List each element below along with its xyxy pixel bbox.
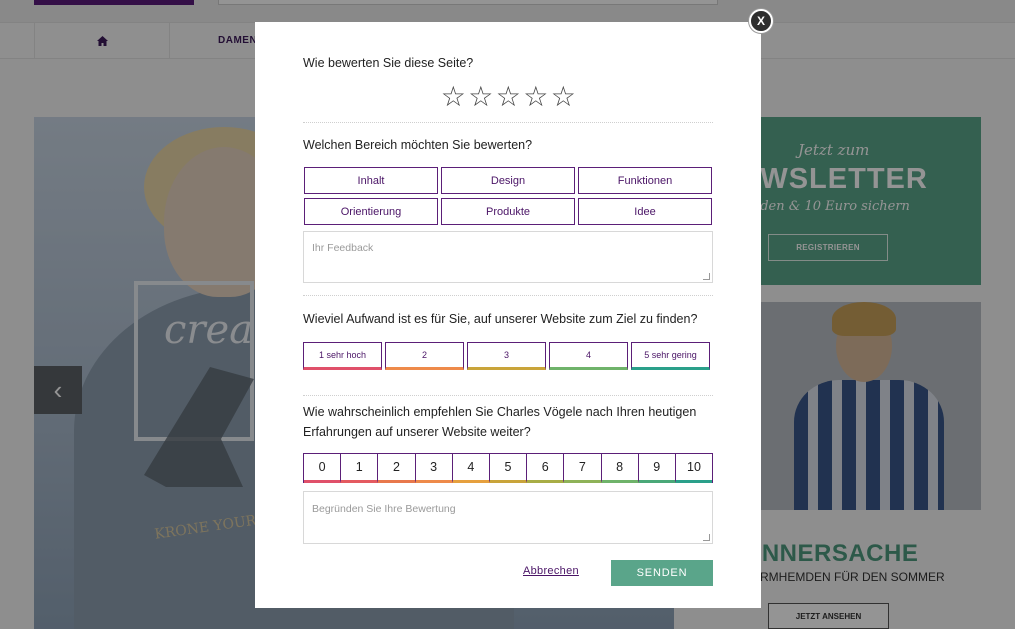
nps-option-1[interactable]: 1 [341,454,379,483]
area-option-design[interactable]: Design [441,167,575,194]
rating-question: Wie bewerten Sie diese Seite? [303,56,474,70]
star-rating: ☆ ☆ ☆ ☆ ☆ [440,80,577,114]
feedback-textarea[interactable]: Ihr Feedback [303,231,713,283]
star-icon[interactable]: ☆ [440,80,467,114]
effort-option-5[interactable]: 5 sehr gering [631,342,710,370]
star-icon[interactable]: ☆ [468,80,495,114]
nps-option-5[interactable]: 5 [489,454,528,483]
close-label: X [756,14,765,28]
area-question: Welchen Bereich möchten Sie bewerten? [303,138,533,152]
area-option-produkte[interactable]: Produkte [441,198,575,225]
area-option-funktionen[interactable]: Funktionen [578,167,712,194]
effort-option-1[interactable]: 1 sehr hoch [303,342,382,370]
nps-scale: 0 1 2 3 4 5 6 7 8 9 10 [303,453,713,483]
nps-option-8[interactable]: 8 [601,454,639,483]
nps-option-4[interactable]: 4 [452,454,490,483]
reason-textarea[interactable]: Begründen Sie Ihre Bewertung [303,491,713,544]
effort-option-3[interactable]: 3 [467,342,546,370]
resize-handle-icon[interactable] [703,273,710,280]
nps-option-6[interactable]: 6 [527,454,565,483]
nps-option-9[interactable]: 9 [638,454,676,483]
area-option-idee[interactable]: Idee [578,198,712,225]
resize-handle-icon[interactable] [703,534,710,541]
divider [303,122,713,123]
effort-options: 1 sehr hoch 2 3 4 5 sehr gering [303,342,710,370]
star-icon[interactable]: ☆ [495,80,522,114]
nps-option-2[interactable]: 2 [378,454,416,483]
nps-option-10[interactable]: 10 [675,454,713,483]
area-option-inhalt[interactable]: Inhalt [304,167,438,194]
send-button[interactable]: SENDEN [611,560,713,586]
star-icon[interactable]: ☆ [523,80,550,114]
reason-placeholder: Begründen Sie Ihre Bewertung [312,503,456,515]
star-icon[interactable]: ☆ [550,80,577,114]
area-option-orientierung[interactable]: Orientierung [304,198,438,225]
close-icon[interactable]: X [749,9,773,33]
nps-option-0[interactable]: 0 [304,454,342,483]
feedback-modal: Wie bewerten Sie diese Seite? ☆ ☆ ☆ ☆ ☆ … [255,22,761,608]
nps-option-7[interactable]: 7 [564,454,602,483]
divider [303,295,713,296]
area-options: Inhalt Design Funktionen Orientierung Pr… [304,167,712,225]
effort-question: Wieviel Aufwand ist es für Sie, auf unse… [303,312,698,326]
divider [303,395,713,396]
recommend-question: Wie wahrscheinlich empfehlen Sie Charles… [303,405,697,439]
effort-option-2[interactable]: 2 [385,342,464,370]
nps-option-3[interactable]: 3 [415,454,453,483]
effort-option-4[interactable]: 4 [549,342,628,370]
cancel-link[interactable]: Abbrechen [523,565,579,577]
feedback-placeholder: Ihr Feedback [312,242,374,254]
